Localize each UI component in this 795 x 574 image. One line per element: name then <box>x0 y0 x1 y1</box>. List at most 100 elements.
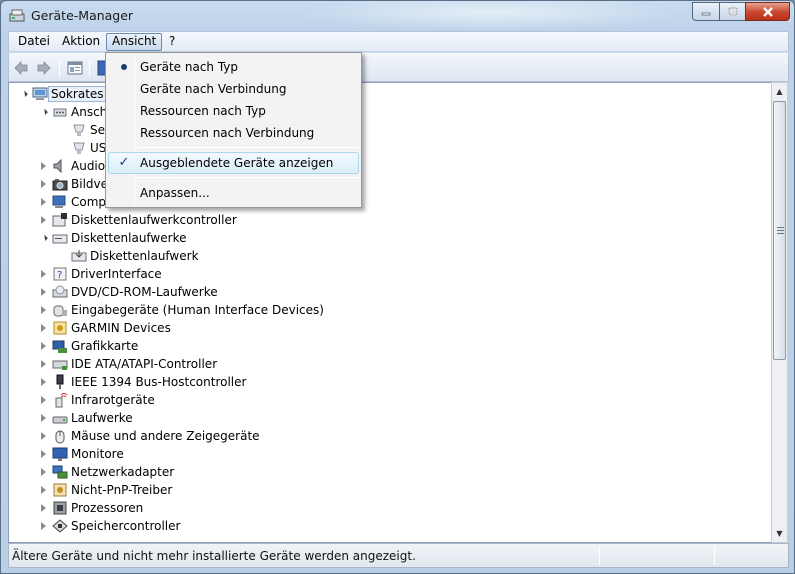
firewire-icon <box>56 374 64 389</box>
collapse-arrow-icon[interactable] <box>39 234 48 243</box>
expand-arrow-icon[interactable] <box>39 180 48 189</box>
menu-item-resources-by-connection[interactable]: Ressourcen nach Verbindung <box>108 122 359 144</box>
menu-item-label: Ausgeblendete Geräte anzeigen <box>140 156 334 170</box>
menu-aktion[interactable]: Aktion <box>57 33 105 51</box>
tree-node-imaging[interactable]: Bildve <box>39 175 108 193</box>
checkmark-icon: ✓ <box>118 155 130 170</box>
expand-arrow-icon[interactable] <box>39 198 48 207</box>
tree-node-audio[interactable]: Audio <box>39 157 105 175</box>
tree-node-driverinterface[interactable]: ? DriverInterface <box>39 265 162 283</box>
processor-icon <box>53 501 67 515</box>
tree-leaf-serial[interactable]: Se <box>71 121 105 139</box>
properties-icon[interactable] <box>67 60 83 76</box>
expand-arrow-icon[interactable] <box>39 486 48 495</box>
menu-item-label: Ressourcen nach Verbindung <box>140 126 315 140</box>
expand-arrow-icon[interactable] <box>39 360 48 369</box>
title-bar[interactable]: Geräte-Manager <box>1 1 794 31</box>
speaker-icon <box>53 158 62 174</box>
driver-icon <box>53 483 67 497</box>
tree-node-processors[interactable]: Prozessoren <box>39 499 143 517</box>
tree-node-monitors[interactable]: Monitore <box>39 445 124 463</box>
menu-ansicht[interactable]: Ansicht <box>106 33 163 51</box>
tree-node-computer[interactable]: Comp <box>39 193 106 211</box>
tree-node-ide[interactable]: IDE ATA/ATAPI-Controller <box>39 355 217 373</box>
tree-node-drives[interactable]: Laufwerke <box>39 409 133 427</box>
scroll-up-button[interactable]: ▲ <box>772 83 787 100</box>
caption-buttons <box>692 2 790 21</box>
collapse-arrow-icon[interactable] <box>19 90 28 99</box>
tree-node-label: Diskettenlaufwerkcontroller <box>71 213 237 227</box>
expand-arrow-icon[interactable] <box>39 450 48 459</box>
tree-root-label: Sokrates <box>48 86 107 102</box>
menu-item-resources-by-type[interactable]: Ressourcen nach Typ <box>108 100 359 122</box>
toolbar-separator <box>59 59 60 77</box>
tree-node-label: IDE ATA/ATAPI-Controller <box>71 357 218 371</box>
floppy-drive-icon <box>52 234 68 244</box>
tree-node-label: DVD/CD-ROM-Laufwerke <box>71 285 218 299</box>
expand-arrow-icon[interactable] <box>39 504 48 513</box>
scroll-thumb[interactable] <box>773 101 786 360</box>
tree-node-floppy-controller[interactable]: Diskettenlaufwerkcontroller <box>39 211 237 229</box>
expand-arrow-icon[interactable] <box>39 396 48 405</box>
expand-arrow-icon[interactable] <box>39 270 48 279</box>
forward-arrow-icon[interactable] <box>36 60 52 76</box>
tree-node-label: Mäuse und andere Zeigegeräte <box>71 429 260 443</box>
graphics-card-icon <box>52 340 67 353</box>
tree-node-dvd[interactable]: DVD/CD-ROM-Laufwerke <box>39 283 218 301</box>
grip-line <box>777 230 784 231</box>
close-button[interactable] <box>745 2 790 21</box>
tree-leaf-floppy-drive[interactable]: Diskettenlaufwerk <box>71 247 199 265</box>
minimize-button[interactable] <box>692 2 719 21</box>
tree-leaf-usb[interactable]: US <box>71 139 106 157</box>
maximize-button[interactable] <box>719 2 745 21</box>
vertical-scrollbar[interactable]: ▲ ▼ <box>771 82 788 543</box>
scroll-down-button[interactable]: ▼ <box>772 525 787 542</box>
disk-drive-icon <box>52 416 68 424</box>
title-glow <box>301 1 681 31</box>
expand-arrow-icon[interactable] <box>39 414 48 423</box>
controller-icon <box>52 213 67 227</box>
tree-node-label: US <box>90 141 107 155</box>
tree-node-floppy-drives[interactable]: Diskettenlaufwerke <box>39 229 186 247</box>
expand-arrow-icon[interactable] <box>39 378 48 387</box>
tree-node-graphics[interactable]: Grafikkarte <box>39 337 138 355</box>
back-arrow-icon[interactable] <box>13 60 29 76</box>
menu-item-show-hidden-devices[interactable]: ✓ Ausgeblendete Geräte anzeigen <box>108 152 359 174</box>
tree-node-ports[interactable]: Ansch <box>39 103 107 121</box>
tree-node-infrared[interactable]: Infrarotgeräte <box>39 391 155 409</box>
tree-node-ieee1394[interactable]: IEEE 1394 Bus-Hostcontroller <box>39 373 246 391</box>
floppy-drive-icon <box>71 250 87 262</box>
menu-item-devices-by-type[interactable]: Geräte nach Typ <box>108 56 359 78</box>
tree-node-network[interactable]: Netzwerkadapter <box>39 463 174 481</box>
window-title: Geräte-Manager <box>31 8 134 23</box>
expand-arrow-icon[interactable] <box>39 522 48 531</box>
expand-arrow-icon[interactable] <box>39 468 48 477</box>
storage-controller-icon <box>52 519 68 533</box>
expand-arrow-icon[interactable] <box>39 288 48 297</box>
menu-datei[interactable]: Datei <box>13 33 55 51</box>
device-manager-app-icon <box>9 9 25 22</box>
expand-arrow-icon[interactable] <box>39 306 48 315</box>
menu-separator <box>137 177 359 178</box>
expand-arrow-icon[interactable] <box>39 432 48 441</box>
menu-item-customize[interactable]: Anpassen... <box>108 182 359 204</box>
garmin-device-icon <box>53 321 67 335</box>
menu-help[interactable]: ? <box>164 33 180 51</box>
mouse-icon <box>55 430 65 444</box>
tree-root[interactable]: Sokrates <box>19 85 107 103</box>
menu-separator <box>137 147 359 148</box>
tree-node-storage[interactable]: Speichercontroller <box>39 517 180 535</box>
expand-arrow-icon[interactable] <box>39 342 48 351</box>
tree-node-label: Comp <box>71 195 107 209</box>
expand-arrow-icon[interactable] <box>39 162 48 171</box>
menu-item-devices-by-connection[interactable]: Geräte nach Verbindung <box>108 78 359 100</box>
tree-node-hid[interactable]: Eingabegeräte (Human Interface Devices) <box>39 301 324 319</box>
tree-node-mice[interactable]: Mäuse und andere Zeigegeräte <box>39 427 260 445</box>
tree-node-garmin[interactable]: GARMIN Devices <box>39 319 171 337</box>
collapse-arrow-icon[interactable] <box>39 108 48 117</box>
expand-arrow-icon[interactable] <box>39 324 48 333</box>
tree-node-label: Infrarotgeräte <box>71 393 155 407</box>
expand-arrow-icon[interactable] <box>39 216 48 225</box>
menu-item-label: Geräte nach Typ <box>140 60 239 74</box>
tree-node-nonpnp[interactable]: Nicht-PnP-Treiber <box>39 481 172 499</box>
